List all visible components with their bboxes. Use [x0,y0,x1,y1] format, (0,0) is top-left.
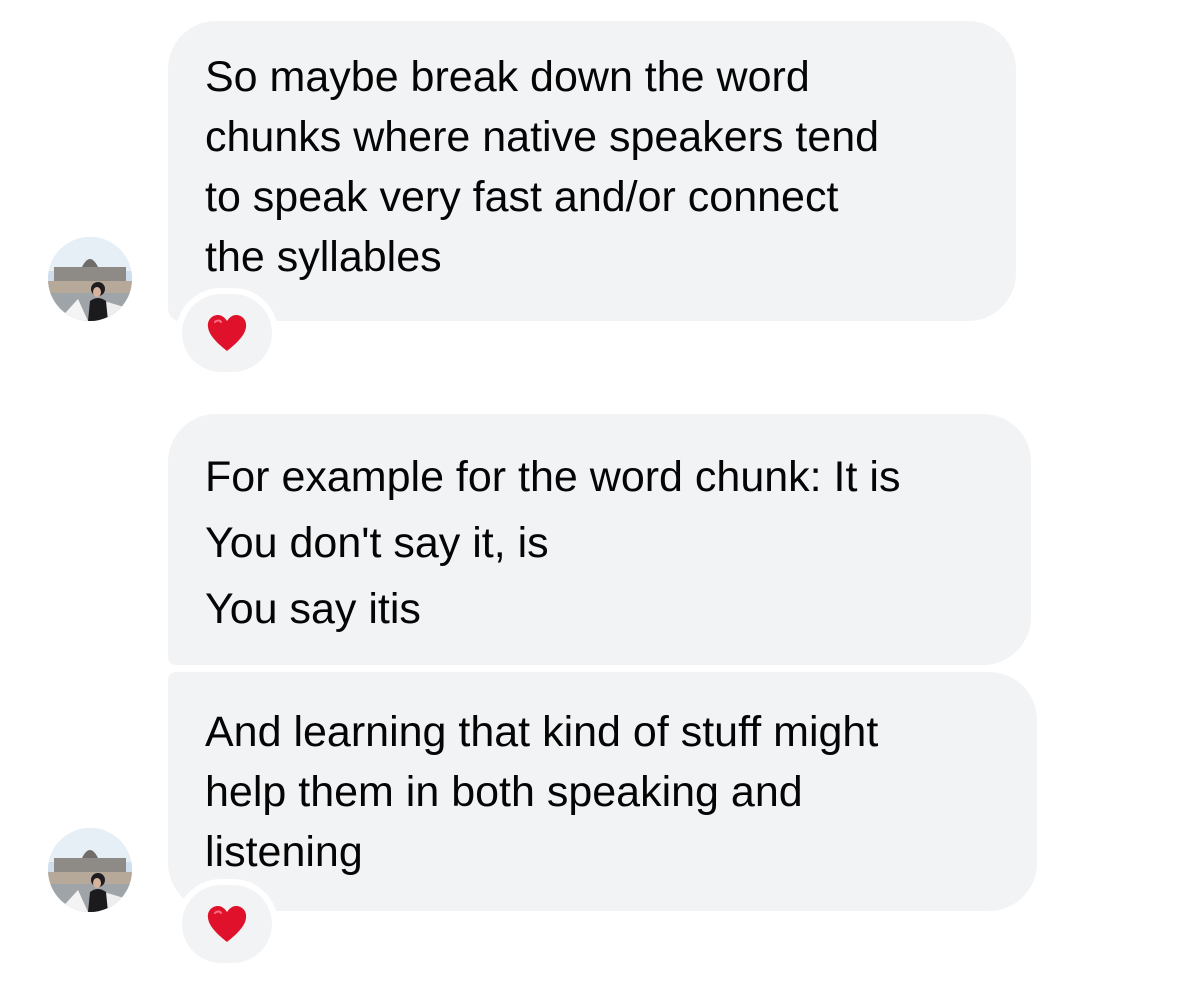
red-heart-icon [207,315,247,351]
message-reaction[interactable] [182,294,272,372]
message-bubble[interactable]: And learning that kind of stuff might he… [168,672,1037,911]
message-reaction[interactable] [182,885,272,963]
message-bubble[interactable]: For example for the word chunk: It is Yo… [168,414,1031,665]
avatar-photo [48,237,132,321]
message-bubble[interactable]: So maybe break down the word chunks wher… [168,21,1016,321]
red-heart-icon [207,906,247,942]
avatar-photo [48,828,132,912]
sender-avatar[interactable] [48,828,132,912]
sender-avatar[interactable] [48,237,132,321]
